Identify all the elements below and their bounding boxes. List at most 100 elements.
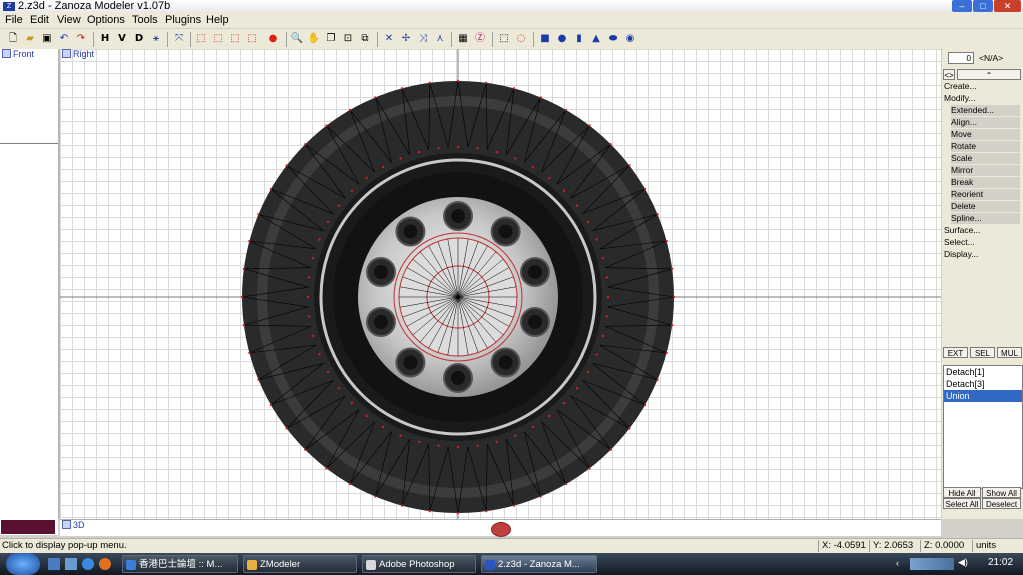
command-panel: 0 <N/A> <> ⌃ Create... Modify... Extended.… (942, 49, 1023, 519)
clock[interactable]: 21:02 (988, 557, 1013, 568)
command-delete[interactable]: Delete (951, 201, 1020, 212)
close-button[interactable]: ✕ (994, 0, 1021, 12)
command-create[interactable]: Create... (944, 81, 977, 92)
show-desktop-icon[interactable] (48, 558, 60, 570)
select-box-icon[interactable]: ⬚ (497, 32, 511, 46)
cube-view-icon[interactable]: ⬚ (194, 32, 208, 46)
create-cylinder-icon[interactable]: ▮ (572, 32, 586, 46)
toggle-panel-button[interactable]: <> (943, 69, 955, 80)
create-sphere-icon[interactable]: ● (555, 32, 569, 46)
new-file-icon[interactable]: 🗋 (6, 32, 20, 46)
command-mirror[interactable]: Mirror (951, 165, 1020, 176)
undo-icon[interactable]: ↶ (57, 32, 71, 46)
history-list[interactable]: Detach[1] Detach[3] Union (943, 365, 1023, 489)
save-icon[interactable]: ▣ (40, 32, 54, 46)
task-label: ZModeler (260, 559, 301, 570)
viewport-label-right[interactable]: Right (62, 49, 94, 59)
mul-button[interactable]: MUL (997, 347, 1022, 358)
task-label: Adobe Photoshop (379, 559, 455, 570)
grid-snap-icon[interactable]: ▦ (456, 32, 470, 46)
wheel-model (60, 49, 941, 519)
show-all-button[interactable]: Show All (982, 487, 1021, 498)
deselect-button[interactable]: Deselect (982, 498, 1021, 509)
zoom-region-icon[interactable]: ⊡ (341, 32, 355, 46)
viewport-label-front[interactable]: Front (2, 49, 34, 59)
ext-button[interactable]: EXT (943, 347, 968, 358)
menu-edit[interactable]: Edit (30, 14, 49, 27)
zoom-extents-icon[interactable]: ❐ (324, 32, 338, 46)
zmodeler-icon[interactable]: Ⓩ (473, 32, 487, 46)
viewport-camera[interactable] (0, 519, 58, 535)
zoom-icon[interactable]: 🔍 (290, 32, 304, 46)
command-reorient[interactable]: Reorient (951, 189, 1020, 200)
taskbar-button[interactable]: 香港巴士論壇 :: M... (122, 555, 238, 573)
select-circle-icon[interactable]: ◌ (514, 32, 528, 46)
history-item[interactable]: Union (944, 390, 1022, 402)
ie-quicklaunch-icon[interactable] (82, 558, 94, 570)
create-torus-icon[interactable]: ⬬ (606, 32, 620, 46)
taskbar-button[interactable]: Adobe Photoshop (362, 555, 476, 573)
command-move[interactable]: Move (951, 129, 1020, 140)
vertical-button[interactable]: V (115, 32, 129, 46)
viewport-right[interactable]: Right (60, 49, 941, 519)
command-align[interactable]: Align... (951, 117, 1020, 128)
command-modify[interactable]: Modify... (944, 93, 976, 104)
create-tube-icon[interactable]: ◉ (623, 32, 637, 46)
open-folder-icon[interactable]: ▰ (23, 32, 37, 46)
select-vertex-icon[interactable]: ✕ (382, 32, 396, 46)
menu-plugins[interactable]: Plugins (165, 14, 201, 27)
select-face-icon[interactable]: ⤨ (416, 32, 430, 46)
minimize-button[interactable]: – (952, 0, 972, 12)
select-edge-icon[interactable]: ✢ (399, 32, 413, 46)
sel-button[interactable]: SEL (970, 347, 995, 358)
create-cone-icon[interactable]: ▲ (589, 32, 603, 46)
menu-help[interactable]: Help (206, 14, 229, 27)
hide-all-button[interactable]: Hide All (943, 487, 981, 498)
command-extended[interactable]: Extended... (951, 105, 1020, 116)
command-rotate[interactable]: Rotate (951, 141, 1020, 152)
task-app-icon (485, 560, 495, 570)
pivot-icon[interactable]: ⤧ (172, 32, 186, 46)
menu-view[interactable]: View (57, 14, 81, 27)
command-spline[interactable]: Spline... (951, 213, 1020, 224)
menu-file[interactable]: File (5, 14, 23, 27)
switch-windows-icon[interactable] (65, 558, 77, 570)
taskbar-button[interactable]: ZModeler (243, 555, 357, 573)
select-object-icon[interactable]: ⋏ (433, 32, 447, 46)
command-surface[interactable]: Surface... (944, 225, 980, 236)
viewport-3d[interactable]: 3D (60, 519, 941, 537)
collapse-up-button[interactable]: ⌃ (957, 69, 1021, 80)
viewport-front[interactable]: Front (0, 49, 58, 519)
history-item[interactable]: Detach[3] (944, 378, 1022, 390)
horizontal-button[interactable]: H (98, 32, 112, 46)
axis-lock-icon[interactable]: ⚹ (149, 32, 163, 46)
value-spinner[interactable]: 0 (948, 52, 974, 64)
command-select[interactable]: Select... (944, 237, 975, 248)
cube-textured-icon[interactable]: ⬚ (245, 32, 259, 46)
menu-tools[interactable]: Tools (132, 14, 158, 27)
menu-options[interactable]: Options (87, 14, 125, 27)
depth-button[interactable]: D (132, 32, 146, 46)
redo-icon[interactable]: ↷ (74, 32, 88, 46)
command-scale[interactable]: Scale (951, 153, 1020, 164)
browser-quicklaunch-icon[interactable] (99, 558, 111, 570)
cube-wire-icon[interactable]: ⬚ (211, 32, 225, 46)
start-button[interactable] (6, 553, 40, 575)
command-break[interactable]: Break (951, 177, 1020, 188)
history-item[interactable]: Detach[1] (944, 366, 1022, 378)
app-icon[interactable]: Z (3, 2, 15, 11)
render-sphere-icon[interactable]: ● (266, 32, 280, 46)
coord-y: Y: 2.0653 (869, 540, 913, 552)
taskbar-button[interactable]: 2.z3d - Zanoza M... (481, 555, 597, 573)
maximize-button[interactable]: □ (973, 0, 993, 12)
viewport-label-3d[interactable]: 3D (62, 520, 85, 530)
tray-icons[interactable] (910, 558, 954, 570)
zoom-all-icon[interactable]: ⧉ (358, 32, 372, 46)
volume-icon[interactable]: ◀) (958, 557, 968, 568)
select-all-button[interactable]: Select All (943, 498, 981, 509)
command-display[interactable]: Display... (944, 249, 978, 260)
pan-hand-icon[interactable]: ✋ (307, 32, 321, 46)
cube-solid-icon[interactable]: ⬚ (228, 32, 242, 46)
create-box-icon[interactable]: ■ (538, 32, 552, 46)
tray-arrow-icon[interactable]: ‹ (896, 558, 899, 568)
